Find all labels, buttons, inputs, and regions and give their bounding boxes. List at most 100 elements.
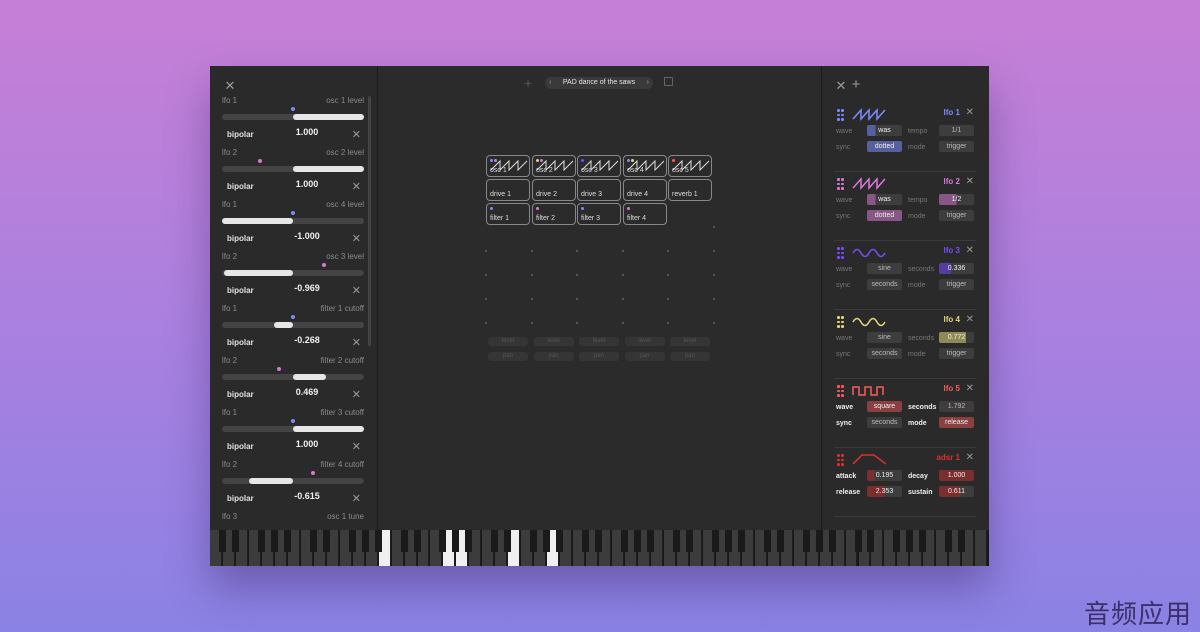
piano-black-key[interactable] (361, 530, 369, 552)
param-value[interactable]: seconds (867, 279, 902, 290)
grid-slot[interactable] (576, 274, 578, 276)
grid-slot[interactable] (667, 322, 669, 324)
prev-preset-icon[interactable]: ‹ (549, 77, 551, 89)
grid-slot[interactable] (712, 298, 715, 300)
scrollbar[interactable] (368, 96, 371, 346)
piano-black-key[interactable] (724, 530, 732, 552)
module-drive-4[interactable]: drive 4 (623, 179, 667, 201)
grid-slot[interactable] (530, 298, 533, 300)
level-knob[interactable]: level (488, 337, 528, 346)
drag-handle-icon[interactable] (837, 247, 845, 259)
drag-handle-icon[interactable] (837, 385, 845, 397)
piano-black-key[interactable] (283, 530, 291, 552)
remove-icon[interactable]: ✕ (352, 492, 361, 505)
param-value[interactable]: seconds (867, 417, 902, 428)
mod-source[interactable]: lfo 2 (222, 252, 237, 261)
amount-slider[interactable] (222, 367, 364, 380)
grid-slot[interactable] (530, 322, 533, 324)
param-value[interactable]: 1.792 (939, 401, 974, 412)
close-icon[interactable]: ✕ (966, 107, 974, 118)
module-filter-4[interactable]: filter 4 (623, 203, 667, 225)
mod-source[interactable]: lfo 2 (222, 148, 237, 157)
module-drive-2[interactable]: drive 2 (532, 179, 576, 201)
pan-knob[interactable]: pan (579, 352, 619, 361)
grid-slot[interactable] (485, 250, 487, 252)
piano-black-key[interactable] (945, 530, 953, 552)
param-value[interactable]: 1.000 (939, 470, 974, 481)
remove-icon[interactable]: ✕ (352, 388, 361, 401)
module-filter-2[interactable]: filter 2 (532, 203, 576, 225)
preset-selector[interactable]: ‹ PAD dance of the saws › (545, 77, 653, 89)
bipolar-toggle[interactable]: bipolar (227, 494, 254, 503)
piano-black-key[interactable] (621, 530, 629, 552)
amount-slider[interactable] (222, 263, 364, 276)
drag-handle-icon[interactable] (837, 178, 845, 190)
piano-black-key[interactable] (672, 530, 680, 552)
bipolar-toggle[interactable]: bipolar (227, 130, 254, 139)
mod-destination[interactable]: filter 2 cutoff (321, 356, 364, 365)
grid-slot[interactable] (485, 274, 487, 276)
close-icon[interactable]: ✕ (966, 176, 974, 187)
grid-slot[interactable] (485, 322, 487, 324)
piano-black-key[interactable] (413, 530, 421, 552)
close-icon[interactable]: ✕ (835, 79, 847, 92)
param-value[interactable]: trigger (939, 279, 974, 290)
pan-knob[interactable]: pan (670, 352, 710, 361)
piano-black-key[interactable] (828, 530, 836, 552)
drag-handle-icon[interactable] (837, 109, 845, 121)
grid-slot[interactable] (485, 298, 487, 300)
add-icon[interactable]: + (524, 76, 532, 90)
amount-slider[interactable] (222, 315, 364, 328)
piano-black-key[interactable] (322, 530, 330, 552)
piano-black-key[interactable] (543, 530, 551, 552)
param-value[interactable]: square (867, 401, 902, 412)
bipolar-toggle[interactable]: bipolar (227, 442, 254, 451)
module-osc-2[interactable]: osc 2 (532, 155, 576, 177)
mod-destination[interactable]: osc 2 level (326, 148, 364, 157)
piano-black-key[interactable] (646, 530, 654, 552)
level-knob[interactable]: level (533, 337, 574, 346)
drag-handle-icon[interactable] (837, 454, 845, 466)
bipolar-toggle[interactable]: bipolar (227, 234, 254, 243)
remove-icon[interactable]: ✕ (352, 232, 361, 245)
grid-slot[interactable] (530, 274, 533, 276)
param-value[interactable]: trigger (939, 141, 974, 152)
bipolar-toggle[interactable]: bipolar (227, 182, 254, 191)
piano-black-key[interactable] (634, 530, 641, 552)
param-value[interactable]: 0.611 (939, 486, 974, 497)
param-value[interactable]: 1/2 (939, 194, 974, 205)
mod-destination[interactable]: filter 1 cutoff (321, 304, 364, 313)
piano-keyboard[interactable] (210, 530, 989, 566)
piano-black-key[interactable] (231, 530, 239, 552)
mod-source[interactable]: lfo 1 (222, 408, 237, 417)
close-icon[interactable]: ✕ (966, 452, 974, 463)
grid-slot[interactable] (667, 298, 669, 300)
remove-icon[interactable]: ✕ (352, 128, 361, 141)
piano-black-key[interactable] (582, 530, 590, 552)
mod-destination[interactable]: osc 3 level (326, 252, 364, 261)
piano-black-key[interactable] (270, 530, 278, 552)
param-value[interactable]: 0.195 (867, 470, 902, 481)
close-icon[interactable]: ✕ (966, 245, 974, 256)
param-value[interactable]: release (939, 417, 974, 428)
amount-slider[interactable] (222, 107, 364, 120)
mod-source[interactable]: lfo 3 (222, 512, 237, 521)
mod-source[interactable]: lfo 2 (222, 356, 237, 365)
remove-icon[interactable]: ✕ (352, 336, 361, 349)
grid-slot[interactable] (621, 322, 624, 324)
mod-destination[interactable]: osc 4 level (326, 200, 364, 209)
mod-destination[interactable]: osc 1 tune (327, 512, 364, 521)
piano-black-key[interactable] (906, 530, 914, 552)
mod-source[interactable]: lfo 1 (222, 200, 237, 209)
param-value[interactable]: dotted (867, 210, 902, 221)
piano-black-key[interactable] (958, 530, 966, 552)
close-icon[interactable]: ✕ (966, 383, 974, 394)
amount-slider[interactable] (222, 211, 364, 224)
module-drive-3[interactable]: drive 3 (577, 179, 621, 201)
piano-black-key[interactable] (802, 530, 810, 552)
close-icon[interactable]: ✕ (966, 314, 974, 325)
drag-handle-icon[interactable] (837, 316, 845, 328)
pan-knob[interactable]: pan (488, 352, 528, 361)
amount-slider[interactable] (222, 159, 364, 172)
bipolar-toggle[interactable]: bipolar (227, 286, 254, 295)
